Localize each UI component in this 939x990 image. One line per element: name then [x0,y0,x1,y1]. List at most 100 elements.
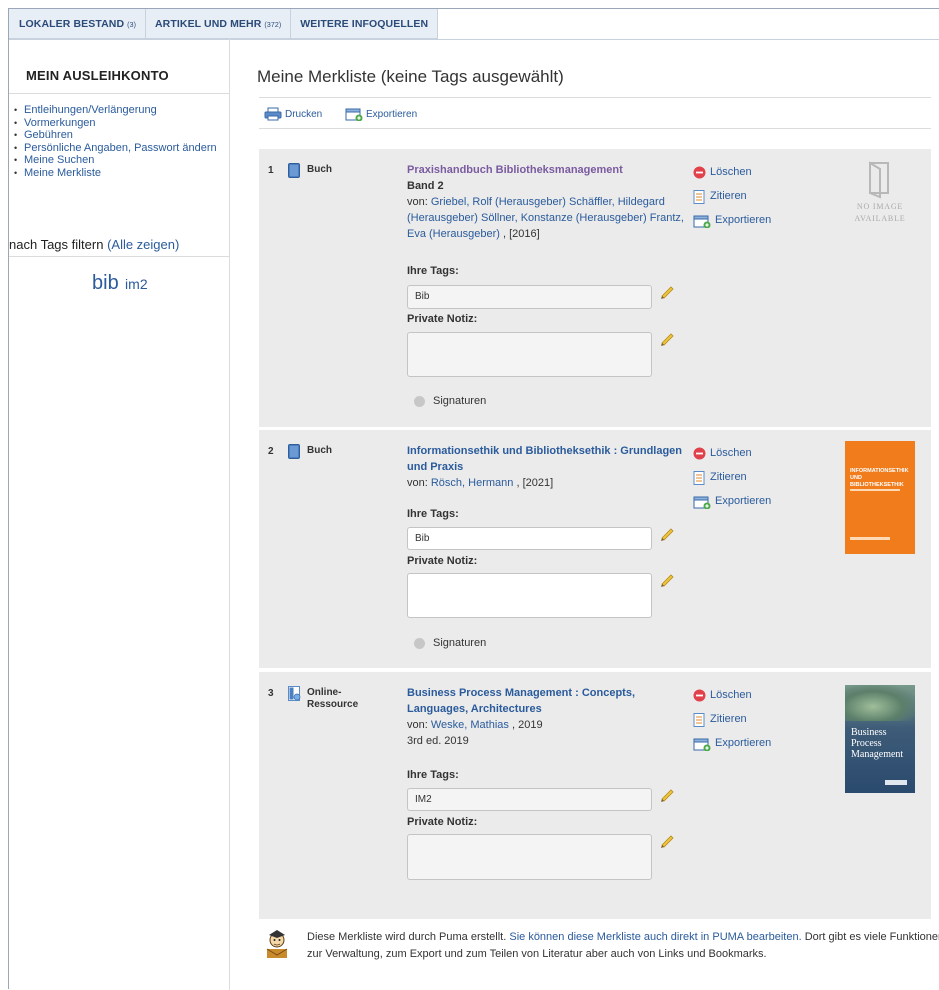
print-label: Drucken [285,108,323,120]
show-all-tags-link[interactable]: (Alle zeigen) [107,237,179,252]
tag-link-im2[interactable]: im2 [125,276,148,292]
edit-tags-pencil-icon[interactable] [659,525,675,541]
tags-label: Ihre Tags: [407,508,459,520]
tags-label: Ihre Tags: [407,769,459,781]
edit-tags-pencil-icon[interactable] [659,283,675,299]
tags-field[interactable]: Bib [407,285,652,309]
cite-button[interactable]: Zitieren [693,471,771,495]
notes-label: Private Notiz: [407,816,478,828]
signaturen-toggle[interactable]: Signaturen [414,637,486,649]
sidebar-item-vormerkungen[interactable]: Vormerkungen [14,117,224,130]
tags-field[interactable]: Bib [407,527,652,550]
item-year: , [2016] [503,228,540,240]
item-info: Informationsethik und Bibliotheksethik :… [407,443,692,491]
by-prefix: von: [407,477,428,489]
puma-edit-link[interactable]: Sie können diese Merkliste auch direkt i… [509,931,801,943]
sidebar-item-persoenliche-angaben[interactable]: Persönliche Angaben, Passwort ändern [14,142,224,155]
item-info: Business Process Management : Concepts, … [407,685,692,749]
notes-label: Private Notiz: [407,555,478,567]
list-item: 2 Buch Informationsethik und Bibliotheks… [259,430,931,668]
edit-notes-pencil-icon[interactable] [659,832,675,848]
puma-logo-icon [266,930,288,958]
tab-count: (3) [127,22,136,29]
export-label: Exportieren [366,108,418,120]
item-year: , [2021] [516,477,554,489]
edit-notes-pencil-icon[interactable] [659,330,675,346]
item-type: Online-Ressource [307,687,367,711]
toolbar: Drucken Exportieren [259,97,931,129]
book-cover-image[interactable]: INFORMATIONSETHIK UND BIBLIOTHEKSETHIK [845,441,915,554]
delete-label: Löschen [710,689,752,701]
sidebar-title: MEIN AUSLEIHKONTO [26,68,169,83]
online-resource-icon [288,686,301,701]
export-button[interactable]: Exportieren [693,214,771,238]
notes-field[interactable] [407,834,652,880]
cite-icon [693,190,705,204]
item-title-link[interactable]: Praxishandbuch Bibliotheksmanagement [407,164,623,176]
author-link[interactable]: Rösch, Hermann [431,477,514,489]
item-number: 2 [268,446,274,457]
expand-dot-icon [414,395,425,407]
delete-button[interactable]: Löschen [693,447,771,471]
tag-link-bib[interactable]: bib [92,272,119,294]
delete-button[interactable]: Löschen [693,689,771,713]
item-info: Praxishandbuch Bibliotheksmanagement Ban… [407,162,692,242]
cover-stripe [850,489,900,491]
edit-notes-pencil-icon[interactable] [659,571,675,587]
notes-field[interactable] [407,332,652,377]
sidebar-item-meine-suchen[interactable]: Meine Suchen [14,154,224,167]
item-type-label: Online-Ressource [307,687,359,710]
item-title-link[interactable]: Informationsethik und Bibliotheksethik :… [407,445,682,473]
tag-filter-label: nach Tags filtern [9,237,104,252]
cite-button[interactable]: Zitieren [693,190,771,214]
item-title-link[interactable]: Business Process Management : Concepts, … [407,687,635,715]
author-link[interactable]: Weske, Mathias [431,719,509,731]
book-icon [288,444,300,459]
expand-dot-icon [414,637,425,649]
tab-label: LOKALER BESTAND [19,17,125,30]
by-prefix: von: [407,196,428,208]
cite-button[interactable]: Zitieren [693,713,771,737]
export-icon [693,496,711,509]
sidebar-item-gebuehren[interactable]: Gebühren [14,129,224,142]
export-label: Exportieren [715,495,772,507]
tags-field[interactable]: IM2 [407,788,652,811]
edit-tags-pencil-icon[interactable] [659,786,675,802]
tags-label: Ihre Tags: [407,265,459,277]
signaturen-label: Signaturen [433,395,487,407]
sidebar-divider [9,93,230,94]
sidebar-item-meine-merkliste[interactable]: Meine Merkliste [14,167,224,180]
author-link[interactable]: Griebel, Rolf (Herausgeber) Schäffler, H… [407,196,684,240]
tab-artikel-und-mehr[interactable]: ARTIKEL UND MEHR (372) [146,9,292,39]
item-authors: von: Griebel, Rolf (Herausgeber) Schäffl… [407,194,692,242]
notes-field[interactable] [407,573,652,618]
item-year: , 2019 [511,719,543,731]
cite-label: Zitieren [710,471,747,483]
item-authors: von: Rösch, Hermann , [2021] [407,475,692,491]
tab-weitere-infoquellen[interactable]: WEITERE INFOQUELLEN [291,9,439,39]
cite-label: Zitieren [710,713,747,725]
export-label: Exportieren [715,214,772,226]
export-button[interactable]: Exportieren [693,737,771,761]
export-button[interactable]: Exportieren [693,495,771,519]
export-all-button[interactable]: Exportieren [345,107,417,121]
print-button[interactable]: Drucken [264,107,322,121]
signaturen-toggle[interactable]: Signaturen [414,395,486,407]
sidebar-menu: Entleihungen/Verlängerung Vormerkungen G… [14,104,224,179]
tab-lokaler-bestand[interactable]: LOKALER BESTAND (3) [9,9,146,39]
cover-publisher-mark [885,780,907,785]
main-content: Meine Merkliste (keine Tags ausgewählt) … [257,39,939,990]
item-type: Buch [307,445,332,456]
sidebar-item-entleihungen[interactable]: Entleihungen/Verlängerung [14,104,224,117]
delete-button[interactable]: Löschen [693,166,771,190]
delete-label: Löschen [710,166,752,178]
cite-icon [693,471,705,485]
cover-artwork [845,685,915,721]
no-image-book-icon [869,161,889,199]
export-icon [693,215,711,228]
notes-label: Private Notiz: [407,313,478,325]
no-image-placeholder: NO IMAGE AVAILABLE [845,159,915,271]
cover-stripe [850,537,890,540]
book-cover-image[interactable]: Business Process Management [845,685,915,793]
sidebar-divider [9,256,230,257]
